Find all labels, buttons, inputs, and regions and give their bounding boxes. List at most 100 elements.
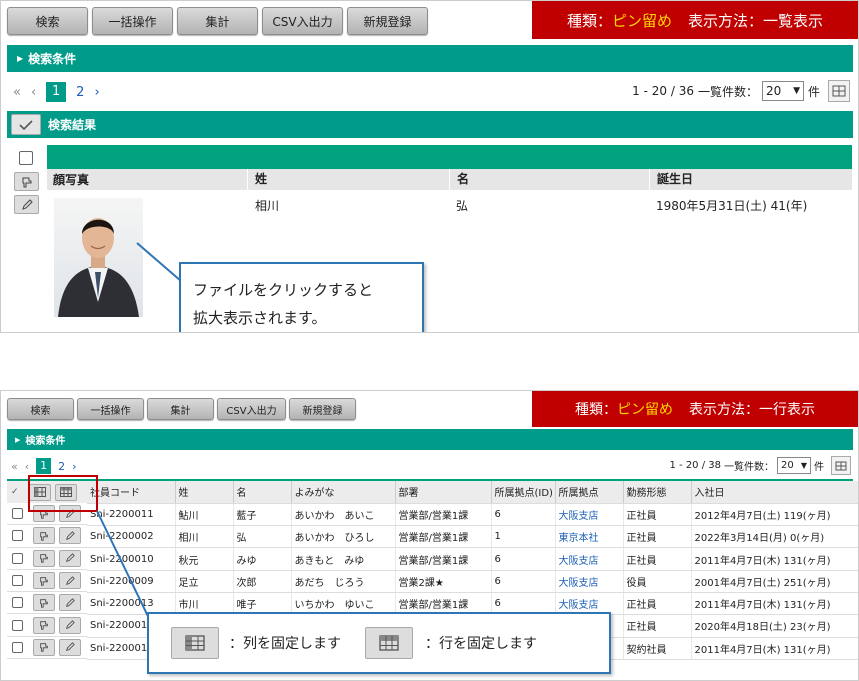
cell-first: みゆ	[233, 547, 292, 571]
cell-loc[interactable]: 大阪支店	[555, 503, 624, 527]
column-header[interactable]: 姓	[175, 481, 234, 504]
bulk-operation-button[interactable]: 一括操作	[77, 398, 144, 420]
record-range: 1 - 20 / 36	[632, 84, 694, 98]
callout-line2: 拡大表示されます。	[193, 309, 327, 327]
row-checkbox[interactable]	[12, 641, 23, 653]
column-header[interactable]: 勤務形態	[623, 481, 692, 504]
cell-type: 正社員	[623, 592, 692, 616]
column-header[interactable]: 名	[233, 481, 292, 504]
freeze-row-text: ：行を固定します	[425, 636, 537, 652]
csv-io-button[interactable]: CSV入出力	[262, 7, 343, 35]
table-row[interactable]: Sni-2200009 足立 次郎 あだち じろう 営業2課★ 6 大阪支店 役員 2001年4…	[87, 570, 858, 593]
cell-last: 秋元	[175, 547, 234, 571]
pin-icon[interactable]	[33, 616, 55, 634]
cell-dept: 営業部/営業1課	[395, 525, 492, 549]
cell-first: 次郎	[233, 570, 292, 593]
column-header[interactable]: 社員コード	[87, 481, 176, 504]
page-2[interactable]: 2	[58, 460, 65, 473]
csv-io-button[interactable]: CSV入出力	[217, 398, 286, 420]
table-row[interactable]: Sni-2200010 秋元 みゆ あきもと みゆ 営業部/営業1課 6 大阪支店 正社員 20…	[87, 547, 858, 571]
cell-type: 正社員	[623, 525, 692, 549]
cell-last: 足立	[175, 570, 234, 593]
page-2[interactable]: 2	[76, 85, 84, 100]
pin-icon[interactable]	[33, 638, 55, 656]
search-button[interactable]: 検索	[7, 398, 74, 420]
mode-value: 一行表示	[759, 402, 815, 418]
cell-dept: 営業2課★	[395, 570, 492, 593]
row-control	[7, 570, 87, 593]
cell-type: 正社員	[623, 547, 692, 571]
per-page-select[interactable]: 20 ▼	[777, 457, 811, 474]
first-page-icon[interactable]: «	[13, 85, 21, 100]
cell-last: 相川	[175, 525, 234, 549]
edit-pencil-icon[interactable]	[14, 195, 39, 214]
search-button[interactable]: 検索	[7, 7, 88, 35]
prev-page-icon[interactable]: ‹	[25, 460, 29, 473]
edit-pencil-icon[interactable]	[59, 616, 81, 634]
row-checkbox[interactable]	[12, 508, 23, 520]
search-conditions-bar[interactable]: ▶ 検索条件	[7, 45, 853, 72]
edit-pencil-icon[interactable]	[59, 572, 81, 590]
caret-right-icon: ▶	[15, 435, 21, 444]
search-conditions-bar[interactable]: ▶ 検索条件	[7, 429, 853, 450]
grid-layout-icon[interactable]	[828, 80, 850, 102]
prev-page-icon[interactable]: ‹	[31, 85, 36, 100]
check-icon[interactable]	[11, 114, 41, 135]
column-header[interactable]: 所属拠点(ID)	[491, 481, 556, 504]
cell-type: 契約社員	[623, 637, 692, 660]
edit-pencil-icon[interactable]	[59, 549, 81, 567]
column-header[interactable]: 所属拠点	[555, 481, 624, 504]
cell-loc-id: 6	[491, 547, 556, 571]
row-checkbox[interactable]	[12, 552, 23, 564]
pin-icon[interactable]	[33, 549, 55, 567]
cell-kana: あきもと みゆ	[291, 547, 396, 571]
cell-loc-id: 6	[491, 503, 556, 527]
col-first-name: 名	[449, 169, 469, 190]
cell-join: 2001年4月7日(土) 251(ヶ月)	[691, 570, 858, 593]
employee-photo[interactable]	[54, 198, 143, 317]
pin-icon[interactable]	[33, 527, 55, 545]
aggregate-button[interactable]: 集計	[177, 7, 258, 35]
check-icon[interactable]: ✓	[11, 487, 25, 497]
new-record-button[interactable]: 新規登録	[289, 398, 356, 420]
first-page-icon[interactable]: «	[11, 460, 18, 473]
toolbar: 検索 一括操作 集計 CSV入出力 新規登録	[7, 398, 356, 420]
column-header[interactable]: 入社日	[691, 481, 858, 504]
edit-pencil-icon[interactable]	[59, 527, 81, 545]
cell-loc[interactable]: 東京本社	[555, 525, 624, 549]
new-record-button[interactable]: 新規登録	[347, 7, 428, 35]
view-type-badge: 種類： ピン留め 表示方法： 一覧表示	[532, 1, 858, 39]
cell-last-name: 相川	[255, 199, 280, 213]
row-checkbox[interactable]	[12, 530, 23, 542]
column-header[interactable]: 部署	[395, 481, 492, 504]
bulk-operation-button[interactable]: 一括操作	[92, 7, 173, 35]
edit-pencil-icon[interactable]	[59, 594, 81, 612]
page-1[interactable]: 1	[46, 82, 67, 102]
select-all-checkbox[interactable]	[19, 151, 33, 165]
per-page-select[interactable]: 20 ▼	[761, 81, 804, 101]
cell-kana: あいかわ ひろし	[291, 525, 396, 549]
pin-icon[interactable]	[33, 572, 55, 590]
edit-pencil-icon[interactable]	[59, 638, 81, 656]
next-page-icon[interactable]: ›	[94, 85, 99, 100]
next-page-icon[interactable]: ›	[72, 460, 76, 473]
row-checkbox[interactable]	[12, 597, 23, 609]
table-row[interactable]: Sni-2200011 鮎川 藍子 あいかわ あいこ 営業部/営業1課 6 大阪支店 正社員 2…	[87, 503, 858, 527]
aggregate-button[interactable]: 集計	[147, 398, 214, 420]
cell-kana: あいかわ あいこ	[291, 503, 396, 527]
page-1[interactable]: 1	[36, 458, 52, 474]
unit-label: 件	[814, 462, 824, 473]
cell-type: 正社員	[623, 614, 692, 638]
search-conditions-label: 検索条件	[25, 436, 66, 447]
table-row[interactable]: Sni-2200002 相川弘あいかわ ひろし 営業部/営業1課 1 東京本社 正社員 20…	[87, 525, 858, 549]
pin-icon[interactable]	[33, 594, 55, 612]
cell-loc[interactable]: 大阪支店	[555, 570, 624, 593]
cell-loc[interactable]: 大阪支店	[555, 547, 624, 571]
row-checkbox[interactable]	[12, 575, 23, 587]
mode-label: 表示方法：	[688, 11, 764, 30]
row-checkbox[interactable]	[12, 619, 23, 631]
grid-layout-icon[interactable]	[831, 456, 851, 475]
pin-icon[interactable]	[14, 172, 39, 191]
column-header[interactable]: よみがな	[291, 481, 396, 504]
page-info: 1 - 20 / 38 一覧件数： 20 ▼ 件	[669, 456, 851, 475]
